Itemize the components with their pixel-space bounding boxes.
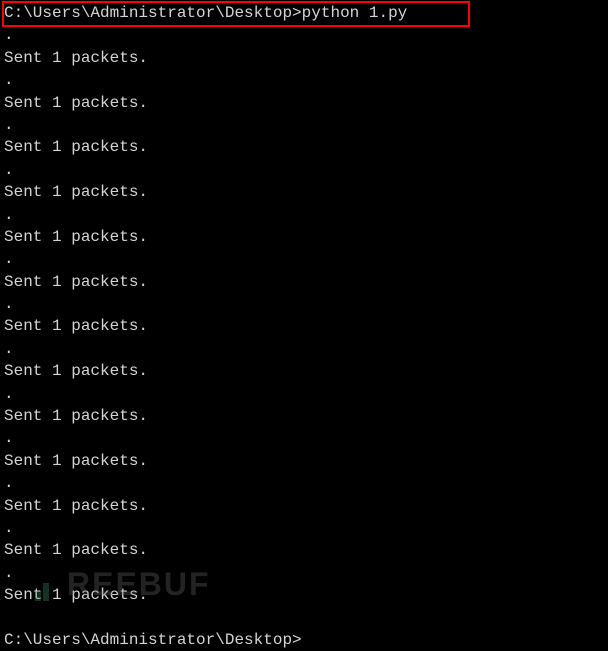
output-line: Sent 1 packets. [4,405,604,427]
output-dot: . [4,114,604,136]
output-dot: . [4,338,604,360]
output-line: Sent 1 packets. [4,271,604,293]
output-dot: . [4,562,604,584]
output-dot: . [4,69,604,91]
command-text: python 1.py [302,4,408,22]
output-dot: . [4,204,604,226]
output-line: Sent 1 packets. [4,495,604,517]
output-line: Sent 1 packets. [4,136,604,158]
command-prompt-line: C:\Users\Administrator\Desktop>python 1.… [4,2,604,24]
output-dot: . [4,293,604,315]
output-line: Sent 1 packets. [4,315,604,337]
output-dot: . [4,427,604,449]
output-line: Sent 1 packets. [4,584,604,606]
output-dot: . [4,159,604,181]
output-line: Sent 1 packets. [4,539,604,561]
output-line: Sent 1 packets. [4,226,604,248]
output-line: Sent 1 packets. [4,92,604,114]
empty-line [4,607,604,629]
output-dot: . [4,248,604,270]
output-line: Sent 1 packets. [4,181,604,203]
command-prompt-line-2[interactable]: C:\Users\Administrator\Desktop> [4,629,604,651]
output-line: Sent 1 packets. [4,47,604,69]
prompt-path: C:\Users\Administrator\Desktop> [4,4,302,22]
output-line: Sent 1 packets. [4,360,604,382]
output-dot: . [4,472,604,494]
output-dot: . [4,383,604,405]
output-dot: . [4,24,604,46]
output-line: Sent 1 packets. [4,450,604,472]
prompt-path: C:\Users\Administrator\Desktop> [4,631,302,649]
output-dot: . [4,517,604,539]
terminal-window[interactable]: C:\Users\Administrator\Desktop>python 1.… [0,0,608,617]
